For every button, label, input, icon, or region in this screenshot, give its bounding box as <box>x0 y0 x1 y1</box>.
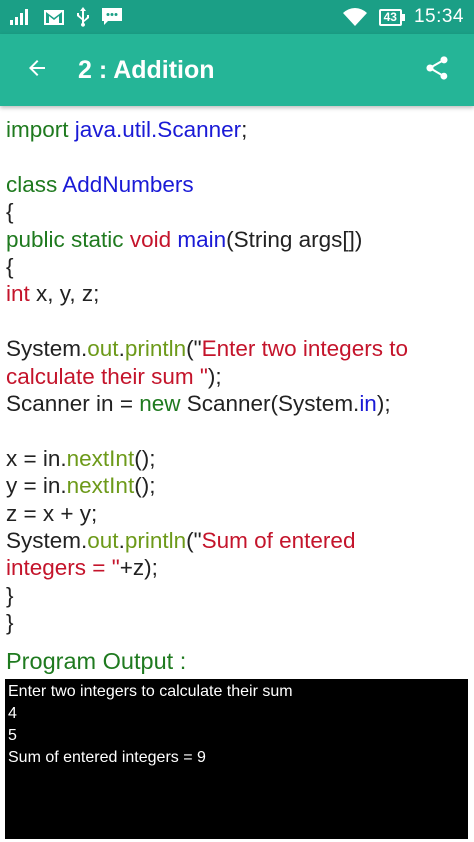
output-title: Program Output : <box>6 648 187 674</box>
code-line: import java.util.Scanner; <box>6 116 468 143</box>
status-right: 43 15:34 <box>342 6 464 28</box>
share-icon <box>423 54 451 87</box>
code-token: in <box>359 391 377 417</box>
code-token: (String args[]) <box>226 226 363 252</box>
code-line: } <box>6 609 468 636</box>
code-token: System. <box>6 528 88 554</box>
wifi-icon <box>342 8 367 26</box>
code-token: (" <box>186 336 202 362</box>
code-token: System. <box>6 336 88 362</box>
battery-indicator: 43 <box>378 8 406 26</box>
code-line: } <box>6 582 468 609</box>
code-token: +z); <box>119 555 158 581</box>
back-button[interactable] <box>12 45 62 95</box>
code-token: Scanner in = <box>6 391 140 417</box>
code-token: public static <box>6 226 130 252</box>
code-token: nextInt <box>66 445 135 471</box>
code-token: out <box>87 528 119 554</box>
output-line: 4 <box>8 705 17 722</box>
code-token: } <box>6 582 14 608</box>
code-token: integers = " <box>6 555 120 581</box>
code-token: ); <box>376 391 391 417</box>
output-line: 5 <box>8 727 17 744</box>
code-token: println <box>124 528 187 554</box>
code-token: (" <box>186 528 202 554</box>
code-token: (); <box>134 473 156 499</box>
code-token: { <box>6 254 14 280</box>
code-token: nextInt <box>66 473 135 499</box>
code-token: Enter two integers to <box>201 336 408 362</box>
status-left <box>10 7 122 27</box>
code-token: out <box>87 336 119 362</box>
code-token: import <box>6 117 75 142</box>
message-icon <box>102 8 122 26</box>
output-line: Sum of entered integers = 9 <box>8 749 206 766</box>
code-token: int <box>6 281 37 307</box>
usb-icon <box>76 7 90 27</box>
code-line: { <box>6 253 468 280</box>
code-line: y = in.nextInt(); <box>6 472 468 499</box>
code-token: (); <box>134 445 156 471</box>
code-line: System.out.println("Sum of entered <box>6 527 468 554</box>
code-line: x = in.nextInt(); <box>6 445 468 472</box>
output-console: Enter two integers to calculate their su… <box>5 679 468 839</box>
code-token: main <box>177 226 227 252</box>
code-token: { <box>6 199 14 225</box>
code-token: z = x + y; <box>6 500 98 526</box>
code-token: Scanner(System. <box>186 391 360 417</box>
output-line: Enter two integers to calculate their su… <box>8 683 293 700</box>
code-line: int x, y, z; <box>6 280 468 307</box>
code-line: z = x + y; <box>6 500 468 527</box>
code-token: ; <box>241 117 248 142</box>
code-token: void <box>129 226 178 252</box>
clock: 15:34 <box>413 6 464 27</box>
arrow-left-icon <box>25 56 49 85</box>
code-line: class AddNumbers <box>6 171 468 198</box>
code-token: println <box>124 336 187 362</box>
app-bar: 2 : Addition <box>0 34 474 106</box>
code-line: integers = "+z); <box>6 554 468 581</box>
code-token: java.util.Scanner <box>74 117 242 142</box>
code-token: } <box>6 610 14 636</box>
code-line: { <box>6 198 468 225</box>
code-line: System.out.println("Enter two integers t… <box>6 335 468 362</box>
code-line: Scanner in = new Scanner(System.in); <box>6 390 468 417</box>
signal-icon <box>10 9 32 25</box>
status-bar: 43 15:34 <box>0 0 474 34</box>
code-token: new <box>139 391 187 417</box>
code-line: calculate their sum "); <box>6 363 468 390</box>
page-title: 2 : Addition <box>78 55 215 84</box>
code-line: public static void main(String args[]) <box>6 226 468 253</box>
share-button[interactable] <box>412 45 462 95</box>
code-token: Sum of entered <box>201 528 356 554</box>
code-listing: import java.util.Scanner; class AddNumber… <box>6 116 468 637</box>
code-token: calculate their sum " <box>6 363 208 389</box>
code-token: y = in. <box>6 473 67 499</box>
gmail-icon <box>44 9 64 25</box>
code-token: AddNumbers <box>62 171 194 197</box>
code-token: x = in. <box>6 445 67 471</box>
code-token: class <box>6 171 63 197</box>
code-token: x, y, z; <box>36 281 100 307</box>
code-token: ); <box>207 363 222 389</box>
